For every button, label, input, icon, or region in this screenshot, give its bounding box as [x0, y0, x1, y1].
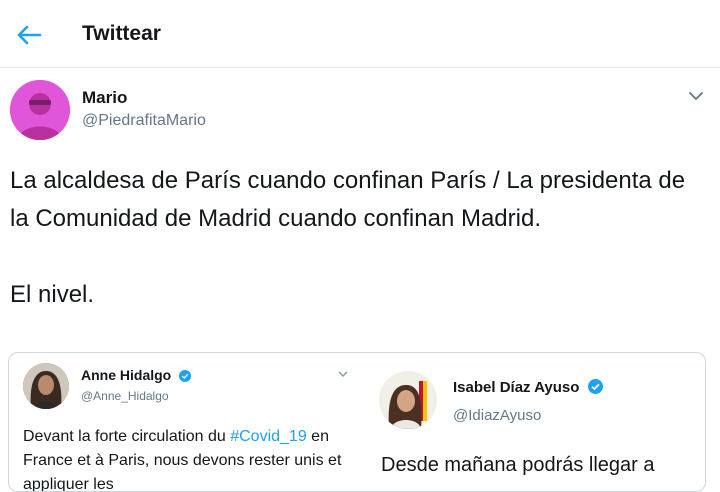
- avatar: [23, 363, 69, 409]
- author-name[interactable]: Mario: [82, 88, 127, 108]
- page-title: Twittear: [82, 22, 161, 45]
- chevron-down-icon: [689, 92, 703, 100]
- user-avatar-icon: [379, 371, 437, 429]
- tweet-text-line: La alcaldesa de París cuando confinan Pa…: [10, 167, 686, 232]
- user-avatar-icon: [23, 363, 69, 409]
- embedded-tweet-text: Desde mañana podrás llegar a: [381, 454, 655, 476]
- embedded-image[interactable]: Anne Hidalgo @Anne_Hidalgo Devant la for…: [8, 352, 706, 492]
- embedded-author-handle: @IdiazAyuso: [453, 407, 542, 424]
- top-bar: Twittear: [0, 0, 720, 68]
- tweet-text: La alcaldesa de París cuando confinan Pa…: [10, 162, 700, 314]
- user-avatar-icon: [10, 80, 70, 140]
- arrow-left-icon: [17, 25, 42, 45]
- author-handle[interactable]: @PiedrafitaMario: [82, 112, 206, 130]
- back-button[interactable]: [14, 22, 44, 48]
- tweet-text-line: El nivel.: [10, 281, 95, 308]
- embedded-tweet-right: Isabel Díaz Ayuso @IdiazAyuso Desde maña…: [361, 353, 705, 491]
- embedded-author-name: Anne Hidalgo: [81, 367, 192, 383]
- verified-badge-icon: [587, 379, 603, 394]
- chevron-down-icon: [338, 371, 348, 377]
- hashtag-link: #Covid_19: [230, 428, 307, 445]
- embedded-tweet-text: Devant la forte circulation du #Covid_19…: [23, 428, 342, 492]
- embedded-author-name: Isabel Díaz Ayuso: [453, 379, 603, 396]
- verified-badge-icon: [179, 370, 192, 382]
- more-options-button[interactable]: [686, 88, 706, 104]
- embedded-author-handle: @Anne_Hidalgo: [81, 389, 169, 403]
- avatar: [379, 371, 437, 429]
- embedded-tweet-left: Anne Hidalgo @Anne_Hidalgo Devant la for…: [9, 353, 359, 492]
- avatar[interactable]: [10, 80, 70, 140]
